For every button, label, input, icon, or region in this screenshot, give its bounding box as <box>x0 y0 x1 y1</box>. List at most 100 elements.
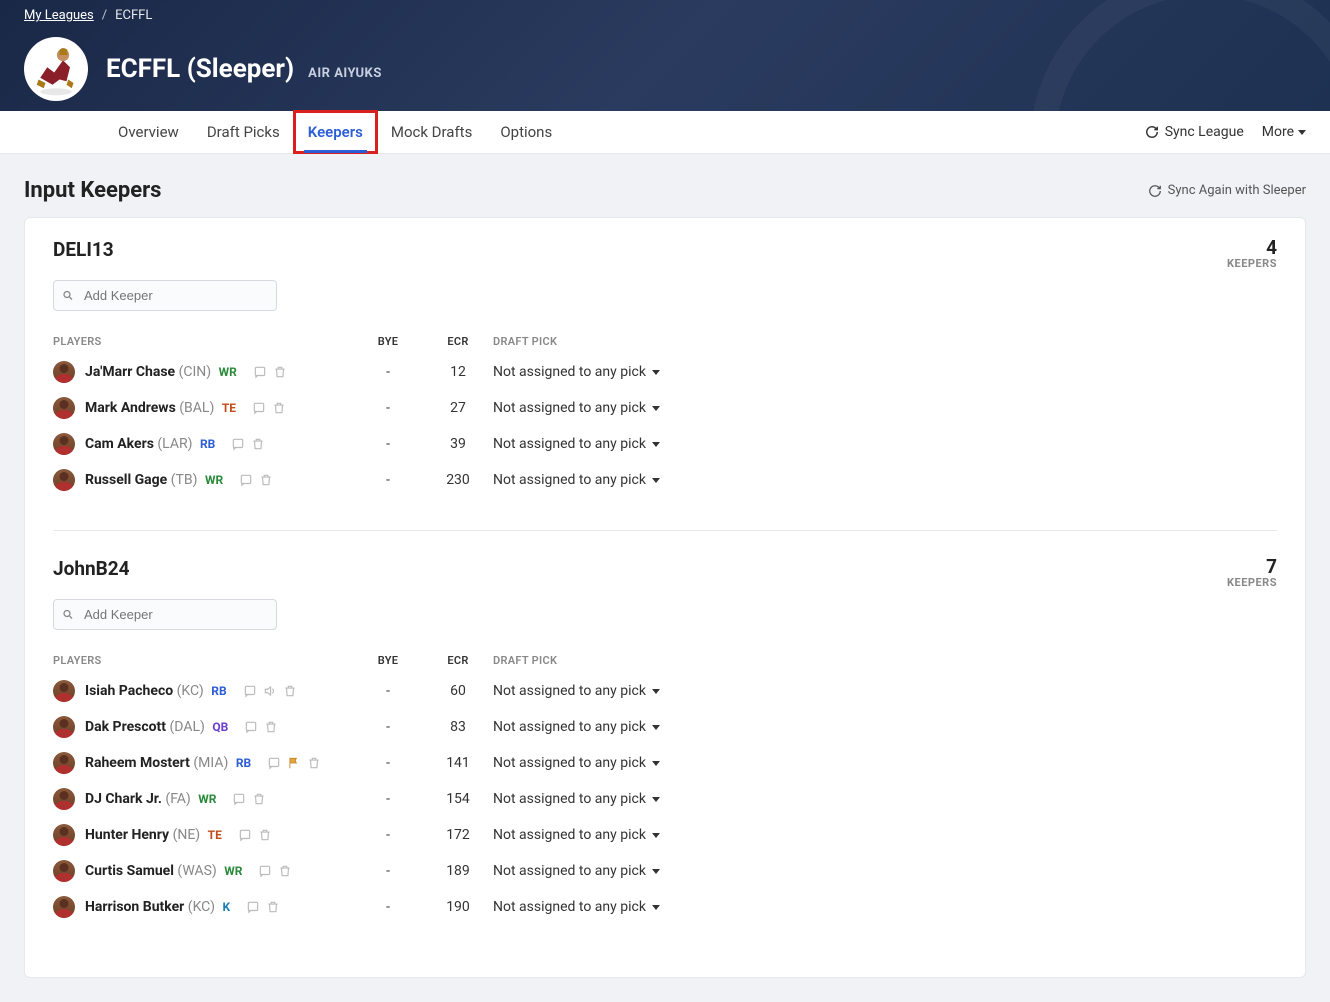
player-row: Cam Akers (LAR) RB - 39 Not assigned to … <box>53 426 1277 462</box>
player-bye: - <box>353 364 423 380</box>
player-team: (DAL) <box>169 719 204 735</box>
draft-pick-selector[interactable]: Not assigned to any pick <box>493 364 660 380</box>
sync-again-button[interactable]: Sync Again with Sleeper <box>1148 183 1306 198</box>
tab-options[interactable]: Options <box>486 111 566 153</box>
col-header-ecr: ECR <box>423 654 493 667</box>
player-avatar <box>53 680 75 702</box>
player-name: Raheem Mostert <box>85 755 190 771</box>
tab-mock-drafts[interactable]: Mock Drafts <box>377 111 486 153</box>
keeper-count-label: KEEPERS <box>1227 576 1277 589</box>
team-name: DELI13 <box>53 238 114 261</box>
trash-icon[interactable] <box>307 756 321 770</box>
player-row-actions <box>244 720 278 734</box>
player-avatar <box>53 361 75 383</box>
flag-icon[interactable] <box>287 756 301 770</box>
player-position: RB <box>236 756 251 770</box>
draft-pick-selector[interactable]: Not assigned to any pick <box>493 436 660 452</box>
note-icon[interactable] <box>244 720 258 734</box>
draft-pick-selector[interactable]: Not assigned to any pick <box>493 400 660 416</box>
trash-icon[interactable] <box>266 900 280 914</box>
player-team: (TB) <box>171 472 198 488</box>
chevron-down-icon <box>652 370 660 375</box>
draft-pick-selector[interactable]: Not assigned to any pick <box>493 863 660 879</box>
chevron-down-icon <box>652 797 660 802</box>
refresh-icon <box>1148 184 1162 198</box>
player-team: (KC) <box>188 899 215 915</box>
player-avatar <box>53 469 75 491</box>
player-team: (MIA) <box>193 755 228 771</box>
draft-pick-selector[interactable]: Not assigned to any pick <box>493 683 660 699</box>
note-icon[interactable] <box>252 401 266 415</box>
sync-again-label: Sync Again with Sleeper <box>1168 183 1306 198</box>
player-row: Curtis Samuel (WAS) WR - 189 Not assigne… <box>53 853 1277 889</box>
more-label: More <box>1262 124 1294 140</box>
trash-icon[interactable] <box>278 864 292 878</box>
add-keeper-input[interactable] <box>53 599 277 630</box>
player-row: Raheem Mostert (MIA) RB - 141 Not assign… <box>53 745 1277 781</box>
team-block: DELI13 4 KEEPERS PLAYERS BYE ECR DRAFT P… <box>53 238 1277 498</box>
trash-icon[interactable] <box>251 437 265 451</box>
trash-icon[interactable] <box>259 473 273 487</box>
draft-pick-selector[interactable]: Not assigned to any pick <box>493 755 660 771</box>
sync-league-button[interactable]: Sync League <box>1145 124 1244 140</box>
tab-overview[interactable]: Overview <box>104 111 193 153</box>
player-ecr: 60 <box>423 683 493 699</box>
sound-icon[interactable] <box>263 684 277 698</box>
note-icon[interactable] <box>267 756 281 770</box>
col-header-ecr: ECR <box>423 335 493 348</box>
player-avatar <box>53 752 75 774</box>
chevron-down-icon <box>652 442 660 447</box>
player-avatar <box>53 716 75 738</box>
player-position: RB <box>200 437 215 451</box>
league-subtitle: AIR AIYUKS <box>308 66 382 81</box>
trash-icon[interactable] <box>258 828 272 842</box>
draft-pick-selector[interactable]: Not assigned to any pick <box>493 899 660 915</box>
tabs: Overview Draft Picks Keepers Mock Drafts… <box>104 111 566 153</box>
draft-pick-label: Not assigned to any pick <box>493 472 646 488</box>
draft-pick-selector[interactable]: Not assigned to any pick <box>493 791 660 807</box>
player-row: DJ Chark Jr. (FA) WR - 154 Not assigned … <box>53 781 1277 817</box>
note-icon[interactable] <box>239 473 253 487</box>
chevron-down-icon <box>652 869 660 874</box>
add-keeper-input[interactable] <box>53 280 277 311</box>
tab-keepers[interactable]: Keepers <box>294 111 377 153</box>
player-ecr: 27 <box>423 400 493 416</box>
trash-icon[interactable] <box>264 720 278 734</box>
player-position: QB <box>212 720 228 734</box>
player-bye: - <box>353 472 423 488</box>
note-icon[interactable] <box>231 437 245 451</box>
note-icon[interactable] <box>253 365 267 379</box>
trash-icon[interactable] <box>272 401 286 415</box>
player-bye: - <box>353 436 423 452</box>
trash-icon[interactable] <box>283 684 297 698</box>
draft-pick-selector[interactable]: Not assigned to any pick <box>493 719 660 735</box>
more-button[interactable]: More <box>1262 124 1306 140</box>
draft-pick-selector[interactable]: Not assigned to any pick <box>493 472 660 488</box>
note-icon[interactable] <box>232 792 246 806</box>
note-icon[interactable] <box>246 900 260 914</box>
breadcrumb-separator: / <box>102 8 107 23</box>
player-running-icon <box>28 41 84 97</box>
player-row-actions <box>252 401 286 415</box>
player-name: Dak Prescott <box>85 719 166 735</box>
draft-pick-label: Not assigned to any pick <box>493 436 646 452</box>
trash-icon[interactable] <box>273 365 287 379</box>
player-team: (KC) <box>177 683 204 699</box>
draft-pick-selector[interactable]: Not assigned to any pick <box>493 827 660 843</box>
team-name: JohnB24 <box>53 557 130 580</box>
note-icon[interactable] <box>243 684 257 698</box>
tab-draft-picks[interactable]: Draft Picks <box>193 111 294 153</box>
search-icon <box>62 289 74 301</box>
col-header-players: PLAYERS <box>53 335 353 348</box>
draft-pick-label: Not assigned to any pick <box>493 683 646 699</box>
note-icon[interactable] <box>238 828 252 842</box>
player-bye: - <box>353 827 423 843</box>
keeper-count-label: KEEPERS <box>1227 257 1277 270</box>
breadcrumb-root-link[interactable]: My Leagues <box>24 8 94 23</box>
player-avatar <box>53 788 75 810</box>
note-icon[interactable] <box>258 864 272 878</box>
player-row: Harrison Butker (KC) K - 190 Not assigne… <box>53 889 1277 925</box>
league-avatar <box>24 37 88 101</box>
player-name: Harrison Butker <box>85 899 184 915</box>
trash-icon[interactable] <box>252 792 266 806</box>
